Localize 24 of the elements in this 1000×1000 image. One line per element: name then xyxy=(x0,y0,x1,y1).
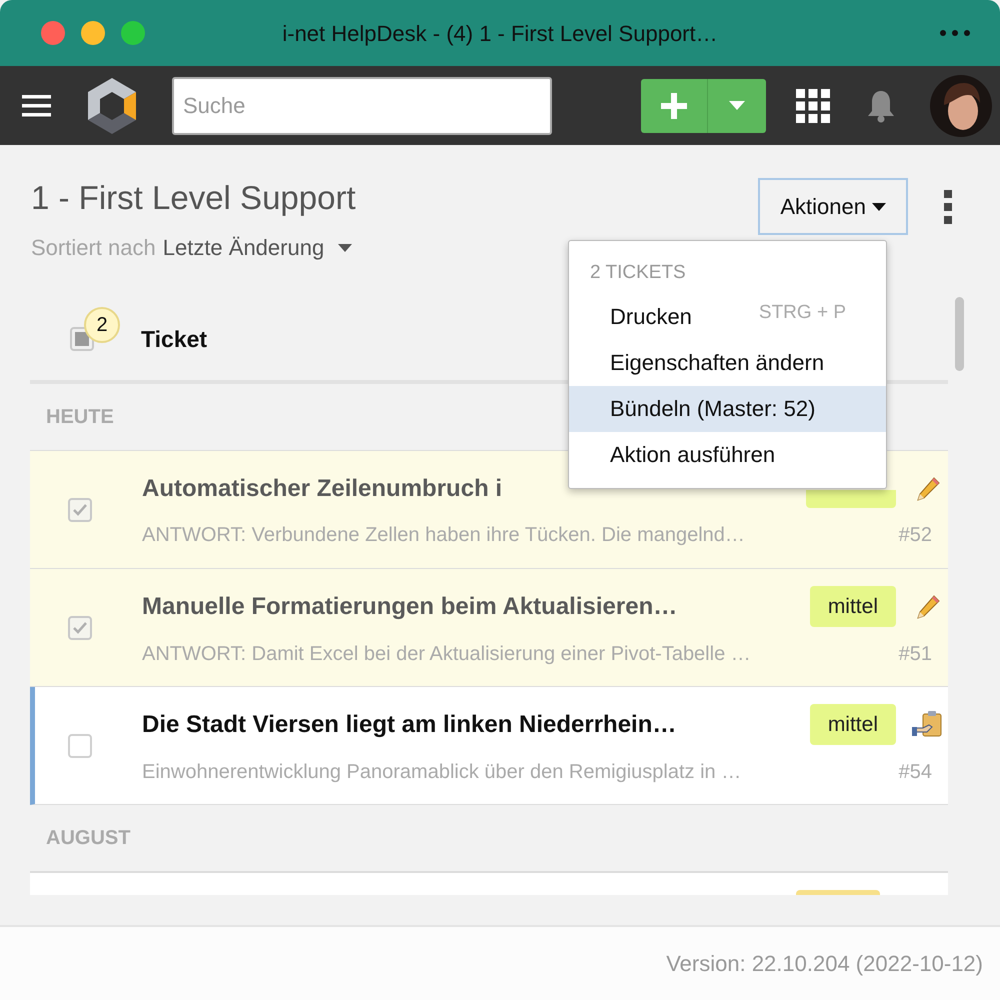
queue-title: 1 - First Level Support xyxy=(31,178,356,218)
menu-item-label: Bündeln (Master: 52) xyxy=(610,395,816,423)
ticket-title: Die Stadt Viersen liegt am linken Niederrhein… xyxy=(142,710,678,740)
menu-heading: 2 TICKETS xyxy=(589,261,687,285)
ticket-number: #52 xyxy=(898,522,932,548)
ticket-preview: Einwohnerentwicklung Panoramablick über den Remigiusplatz in … xyxy=(142,760,742,786)
count-badge: 2 xyxy=(84,307,120,343)
sort-label: Sortiert nach xyxy=(31,234,156,262)
ticket-number: #54 xyxy=(898,760,932,786)
shortcut-label: STRG + P xyxy=(758,301,846,326)
menu-item-label: Drucken xyxy=(610,303,692,331)
ticket-preview: ANTWORT: Damit Excel bei der Aktualisierung einer Pivot-Tabelle … xyxy=(142,642,752,668)
ticket-number: #51 xyxy=(898,642,932,668)
ticket-title: Automatischer Zeilenumbruch i xyxy=(142,474,504,504)
priority-tag: mittel xyxy=(810,586,896,628)
group-label: HEUTE xyxy=(46,405,114,430)
version-label: Version: 22.10.204 (2022-10-12) xyxy=(666,950,983,978)
window-title: i-net HelpDesk - (4) 1 - First Level Support… xyxy=(282,20,718,48)
group-label: AUGUST xyxy=(46,826,130,851)
ticket-title: Manuelle Formatierungen beim Aktualisieren… xyxy=(142,592,678,622)
column-header: Ticket xyxy=(141,324,208,354)
menu-item-label: Eigenschaften ändern xyxy=(610,349,824,377)
priority-tag: mittel xyxy=(810,704,896,746)
ticket-preview: ANTWORT: Verbundene Zellen haben ihre Tücken. Die mangelnd… xyxy=(142,522,746,548)
